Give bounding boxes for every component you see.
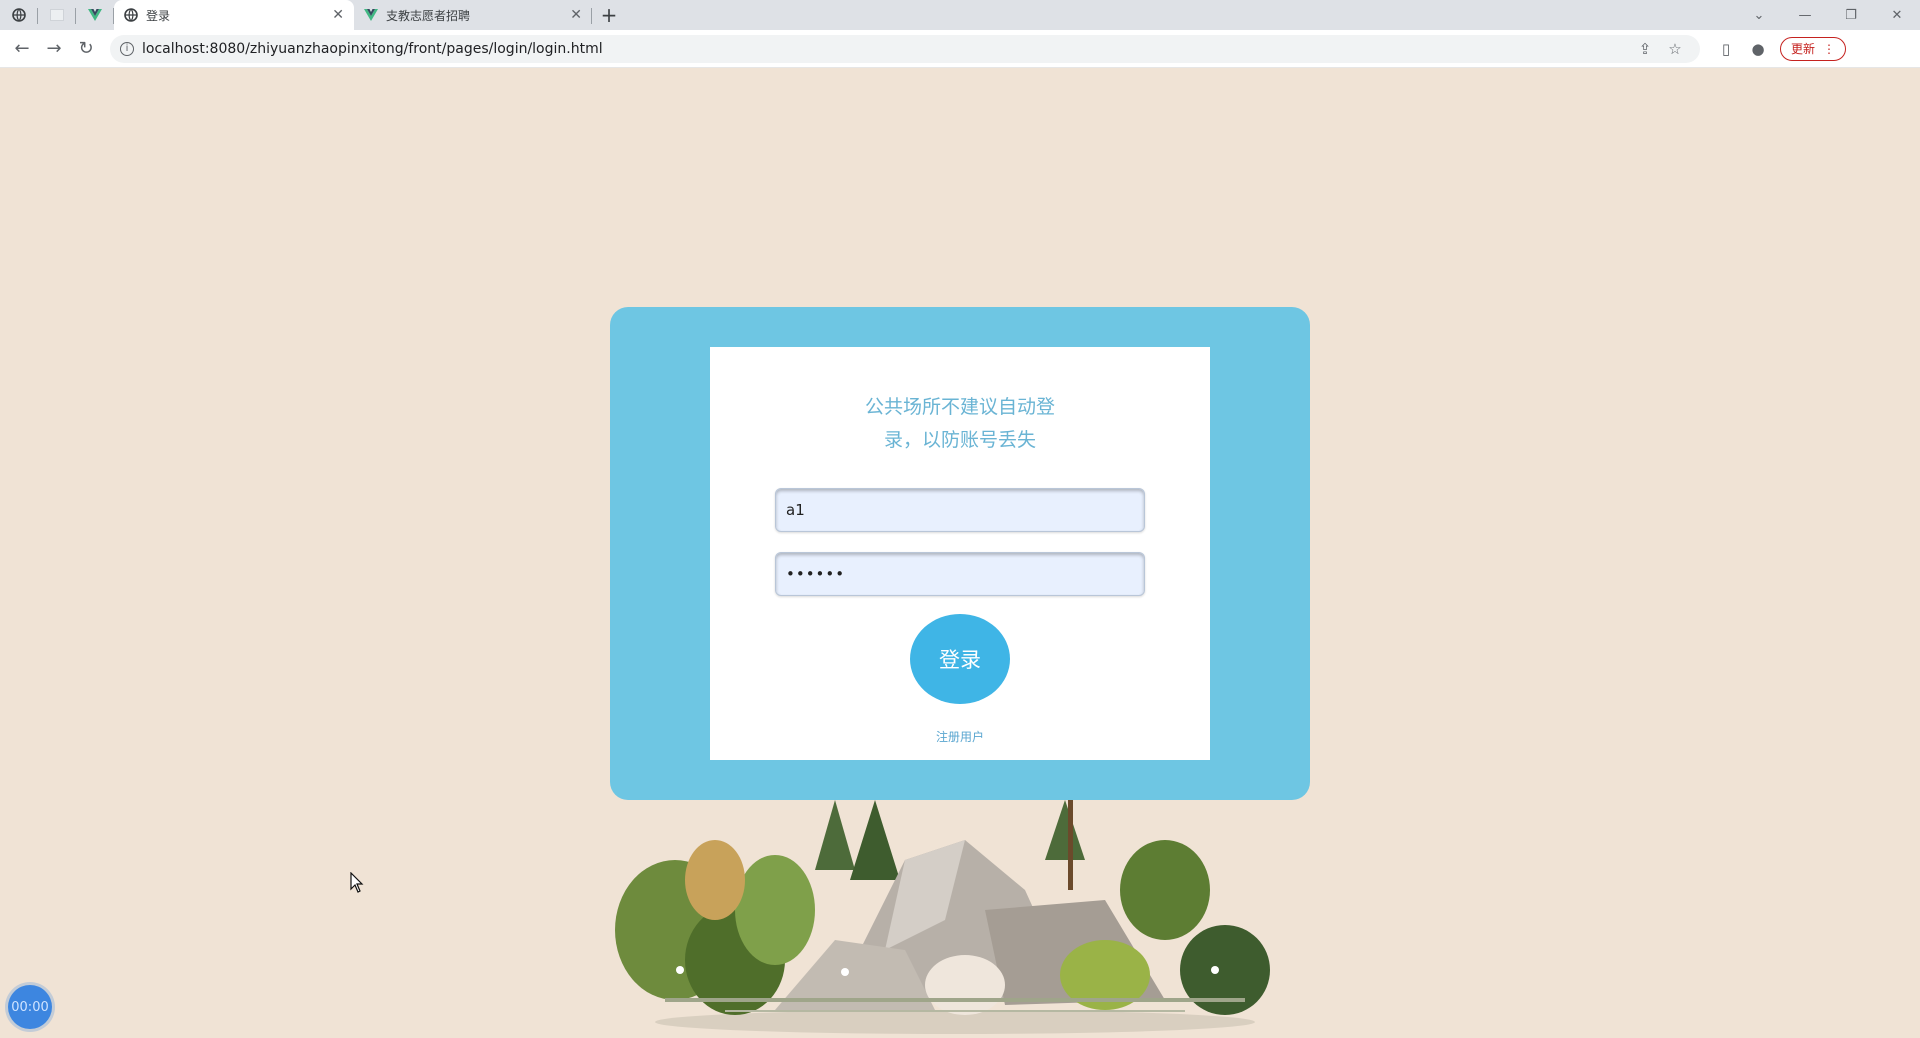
browser-toolbar: ← → ↻ i localhost:8080/zhiyuanzhaopinxit… bbox=[0, 30, 1920, 68]
more-menu-icon: ⋮ bbox=[1823, 41, 1836, 56]
password-input[interactable] bbox=[775, 552, 1145, 596]
side-panel-icon[interactable]: ▯ bbox=[1710, 40, 1742, 58]
close-window-icon[interactable]: ✕ bbox=[1874, 0, 1920, 30]
arrow-right-icon: → bbox=[46, 38, 62, 59]
share-icon[interactable]: ⇪ bbox=[1630, 40, 1660, 58]
blank-page-icon bbox=[50, 9, 64, 21]
vue-logo-icon bbox=[88, 9, 102, 21]
browser-tab-strip: 登录 ✕ 支教志愿者招聘 ✕ + ⌄ — ❐ ✕ bbox=[0, 0, 1920, 30]
pinned-tab-vue[interactable] bbox=[76, 0, 114, 30]
restore-window-icon[interactable]: ❐ bbox=[1828, 0, 1874, 30]
recording-timer-badge[interactable]: 00:00 bbox=[8, 985, 52, 1029]
tab-title: 登录 bbox=[146, 8, 171, 23]
tab-login[interactable]: 登录 ✕ bbox=[114, 0, 354, 30]
new-tab-button[interactable]: + bbox=[592, 0, 626, 30]
update-label: 更新 bbox=[1791, 42, 1816, 56]
bookmark-star-icon[interactable]: ☆ bbox=[1660, 40, 1690, 58]
reload-icon: ↻ bbox=[78, 38, 94, 59]
vue-logo-icon bbox=[364, 9, 378, 21]
forward-button[interactable]: → bbox=[38, 33, 70, 65]
login-form: 公共场所不建议自动登录，以防账号丢失 登录 注册用户 bbox=[710, 347, 1210, 760]
profile-avatar-icon[interactable]: ● bbox=[1742, 40, 1774, 58]
security-notice: 公共场所不建议自动登录，以防账号丢失 bbox=[864, 396, 1055, 451]
username-input[interactable] bbox=[775, 488, 1145, 532]
login-card-frame: 公共场所不建议自动登录，以防账号丢失 登录 注册用户 bbox=[610, 307, 1310, 800]
address-bar[interactable]: i localhost:8080/zhiyuanzhaopinxitong/fr… bbox=[110, 34, 1700, 63]
nature-scenery-illustration bbox=[615, 800, 1270, 1034]
close-tab-icon[interactable]: ✕ bbox=[570, 7, 582, 23]
site-info-icon[interactable]: i bbox=[120, 41, 134, 56]
tab-volunteer-recruitment[interactable]: 支教志愿者招聘 ✕ bbox=[354, 0, 592, 30]
url-text: localhost:8080/zhiyuanzhaopinxitong/fron… bbox=[142, 40, 603, 57]
globe-icon bbox=[124, 8, 138, 22]
minimize-window-icon[interactable]: — bbox=[1782, 0, 1828, 30]
tab-search-chevron-icon[interactable]: ⌄ bbox=[1736, 0, 1782, 30]
arrow-left-icon: ← bbox=[14, 38, 30, 59]
window-controls: ⌄ — ❐ ✕ bbox=[1736, 0, 1920, 30]
mouse-cursor-icon bbox=[350, 872, 364, 893]
globe-icon bbox=[12, 8, 26, 22]
tab-title: 支教志愿者招聘 bbox=[386, 8, 471, 23]
register-link[interactable]: 注册用户 bbox=[710, 728, 1210, 745]
reload-button[interactable]: ↻ bbox=[70, 33, 102, 65]
close-tab-icon[interactable]: ✕ bbox=[332, 7, 344, 23]
back-button[interactable]: ← bbox=[6, 33, 38, 65]
pinned-tab-blank[interactable] bbox=[38, 0, 76, 30]
plus-icon: + bbox=[600, 3, 618, 27]
update-browser-button[interactable]: 更新 ⋮ bbox=[1780, 36, 1847, 61]
pinned-tab-globe[interactable] bbox=[0, 0, 38, 30]
login-button[interactable]: 登录 bbox=[910, 614, 1010, 704]
